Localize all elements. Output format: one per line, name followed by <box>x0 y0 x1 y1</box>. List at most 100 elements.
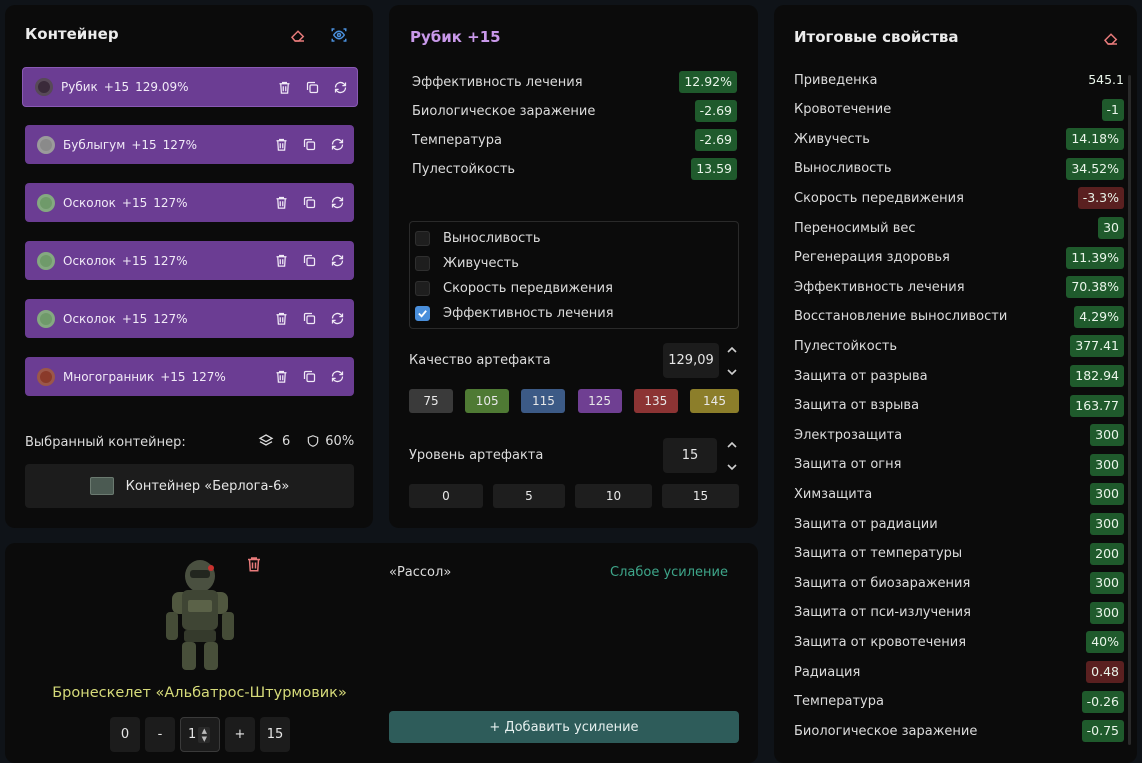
armor-level-value: 1 <box>188 727 197 742</box>
artifact-row[interactable]: Осколок +15 127% <box>25 241 354 280</box>
artifact-property-row: Эффективность лечения 12.92% <box>412 70 737 94</box>
copy-icon[interactable] <box>300 252 318 270</box>
summary-name: Защита от разрыва <box>794 368 928 384</box>
swap-icon[interactable] <box>328 310 346 328</box>
summary-name: Защита от огня <box>794 457 902 473</box>
quality-preset-button[interactable]: 75 <box>409 389 453 413</box>
quality-preset-button[interactable]: 105 <box>465 389 510 413</box>
artifact-level: +15 <box>160 369 186 384</box>
remove-armor-button[interactable] <box>243 553 265 575</box>
artifact-row[interactable]: Осколок +15 127% <box>25 183 354 222</box>
summary-scrollbar[interactable] <box>1128 75 1131 745</box>
add-booster-button[interactable]: + Добавить усиление <box>389 711 739 743</box>
artifact-row[interactable]: Многогранник +15 127% <box>25 357 354 396</box>
summary-row: Защита от радиации 300 <box>794 512 1124 536</box>
summary-value: 545.1 <box>1088 72 1124 87</box>
trash-icon[interactable] <box>272 194 290 212</box>
clear-summary-button[interactable] <box>1100 27 1122 49</box>
summary-row: Регенерация здоровья 11.39% <box>794 246 1124 270</box>
quality-preset-button[interactable]: 145 <box>690 389 739 413</box>
quality-stepper[interactable] <box>725 346 739 376</box>
armor-image <box>158 556 242 672</box>
level-preset-button[interactable]: 5 <box>493 484 565 508</box>
property-checkbox[interactable]: Скорость передвижения <box>410 276 738 301</box>
checkbox-icon[interactable] <box>415 231 430 246</box>
clear-container-button[interactable] <box>287 24 309 46</box>
level-stepper[interactable] <box>725 441 739 471</box>
quality-preset-button[interactable]: 125 <box>577 389 622 413</box>
summary-name: Защита от кровотечения <box>794 634 967 650</box>
swap-icon[interactable] <box>331 79 349 97</box>
copy-icon[interactable] <box>300 368 318 386</box>
checkbox-label: Эффективность лечения <box>443 306 614 321</box>
trash-icon[interactable] <box>272 136 290 154</box>
armor-level-decrement-button[interactable]: - <box>145 717 175 752</box>
quality-preset-button[interactable]: 115 <box>521 389 566 413</box>
summary-value: 70.38% <box>1066 276 1124 299</box>
summary-value: -1 <box>1101 98 1124 121</box>
artifact-row[interactable]: Рубик +15 129.09% <box>22 67 358 107</box>
copy-icon[interactable] <box>300 194 318 212</box>
armor-level-input[interactable]: 1 ▲ ▼ <box>180 717 220 752</box>
level-preset-button[interactable]: 15 <box>662 484 739 508</box>
layers-icon <box>258 434 274 446</box>
summary-name: Защита от биозаражения <box>794 575 971 591</box>
artifact-property-row: Температура -2.69 <box>412 128 737 152</box>
copy-icon[interactable] <box>300 310 318 328</box>
summary-value: 300 <box>1090 453 1124 476</box>
armor-level-increment-button[interactable]: + <box>225 717 255 752</box>
swap-icon[interactable] <box>328 252 346 270</box>
property-checkbox[interactable]: Выносливость <box>410 226 738 251</box>
armor-level-min-button[interactable]: 0 <box>110 717 140 752</box>
copy-icon[interactable] <box>300 136 318 154</box>
checkbox-icon[interactable] <box>415 256 430 271</box>
swap-icon[interactable] <box>328 136 346 154</box>
trash-icon[interactable] <box>272 368 290 386</box>
artifact-level: +15 <box>121 311 148 326</box>
artifact-name: Осколок <box>63 195 116 210</box>
summary-value: 163.77 <box>1070 394 1124 417</box>
summary-value: 14.18% <box>1066 128 1124 151</box>
property-checkbox[interactable]: Эффективность лечения <box>410 301 738 326</box>
summary-row: Биологическое заражение -0.75 <box>794 719 1124 743</box>
booster-strength[interactable]: Слабое усиление <box>610 565 728 580</box>
chevron-up-icon[interactable] <box>727 441 737 448</box>
checkbox-icon[interactable] <box>415 281 430 296</box>
chevron-down-icon[interactable] <box>727 464 737 471</box>
artifact-quality: 127% <box>191 369 226 384</box>
view-toggle-button[interactable] <box>328 24 350 46</box>
property-name: Пулестойкость <box>412 161 516 177</box>
eraser-icon <box>290 30 305 42</box>
swap-icon[interactable] <box>328 194 346 212</box>
copy-icon[interactable] <box>303 79 321 97</box>
container-name: Контейнер «Берлога-6» <box>125 478 290 494</box>
trash-icon[interactable] <box>272 310 290 328</box>
level-preset-button[interactable]: 0 <box>409 484 483 508</box>
artifact-row[interactable]: Бублыгум +15 127% <box>25 125 354 164</box>
summary-value: 30 <box>1098 217 1124 239</box>
trash-icon <box>248 557 260 572</box>
level-preset-button[interactable]: 10 <box>575 484 652 508</box>
level-input[interactable]: 15 <box>663 438 717 473</box>
summary-row: Кровотечение -1 <box>794 98 1124 122</box>
swap-icon[interactable] <box>328 368 346 386</box>
property-checkbox[interactable]: Живучесть <box>410 251 738 276</box>
container-select-button[interactable]: Контейнер «Берлога-6» <box>25 464 354 508</box>
chevron-up-icon[interactable] <box>727 346 737 353</box>
trash-icon[interactable] <box>275 79 293 97</box>
property-name: Биологическое заражение <box>412 103 596 119</box>
property-value: -2.69 <box>694 100 737 122</box>
artifact-row[interactable]: Осколок +15 127% <box>25 299 354 338</box>
quality-label: Качество артефакта <box>409 353 551 368</box>
summary-value: -0.75 <box>1081 720 1124 743</box>
summary-value: 300 <box>1090 572 1124 595</box>
armor-level-spin[interactable]: ▲ ▼ <box>198 726 211 743</box>
summary-row: Выносливость 34.52% <box>794 157 1124 181</box>
summary-row: Защита от кровотечения 40% <box>794 630 1124 654</box>
checkbox-icon[interactable] <box>415 306 430 321</box>
chevron-down-icon[interactable] <box>727 369 737 376</box>
trash-icon[interactable] <box>272 252 290 270</box>
quality-input[interactable]: 129,09 <box>663 343 719 378</box>
quality-preset-button[interactable]: 135 <box>633 389 678 413</box>
armor-level-max-button[interactable]: 15 <box>260 717 290 752</box>
